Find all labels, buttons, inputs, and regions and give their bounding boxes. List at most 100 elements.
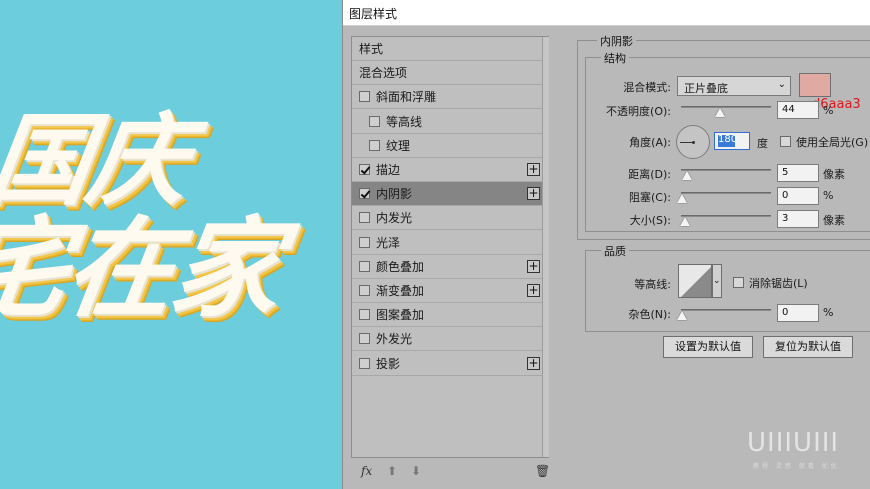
style-item-label: 光泽	[376, 235, 401, 250]
styles-list-scrollbar[interactable]	[542, 37, 549, 457]
opacity-label: 不透明度(O):	[606, 105, 671, 118]
style-item-checkbox[interactable]	[359, 333, 370, 345]
chevron-down-icon: ⌄	[777, 79, 786, 90]
style-item-label: 纹理	[386, 138, 411, 153]
color-annotation: d6aaa3	[812, 97, 861, 112]
opacity-unit: %	[823, 104, 834, 117]
angle-label: 角度(A):	[629, 136, 671, 149]
style-item[interactable]: 外发光	[352, 327, 542, 352]
add-effect-icon[interactable]: +	[527, 284, 540, 297]
opacity-input[interactable]: 44	[777, 101, 819, 119]
style-item-checkbox[interactable]	[359, 260, 370, 272]
chevron-down-icon: ⌄	[713, 276, 721, 286]
fx-icon[interactable]: fx	[361, 464, 372, 478]
style-item-label: 斜面和浮雕	[376, 90, 437, 105]
style-item-checkbox[interactable]	[359, 285, 370, 296]
style-item[interactable]: 图案叠加	[352, 303, 542, 328]
style-item-checkbox[interactable]	[359, 309, 370, 321]
blend-mode-value: 正片叠底	[684, 82, 728, 95]
angle-value-text: 180	[718, 134, 738, 145]
choke-unit: %	[823, 189, 834, 202]
contour-picker[interactable]	[678, 264, 712, 298]
style-item-label: 内发光	[376, 211, 413, 226]
blend-mode-select[interactable]: 正片叠底 ⌄	[677, 76, 791, 96]
distance-slider-thumb[interactable]	[682, 171, 692, 180]
style-item-checkbox[interactable]	[369, 139, 380, 151]
style-item[interactable]: 内阴影 +	[352, 182, 542, 207]
trash-icon[interactable]: 🗑	[535, 464, 550, 478]
style-item[interactable]: 混合选项	[352, 61, 542, 86]
angle-unit: 度	[757, 137, 768, 150]
style-item[interactable]: 等高线	[352, 110, 542, 134]
style-item-checkbox[interactable]	[359, 188, 370, 200]
dialog-titlebar[interactable]: 图层样式	[343, 0, 870, 26]
inner-shadow-title: 内阴影	[597, 33, 636, 49]
watermark-subtitle: 教程 灵感 就看 优优	[753, 463, 840, 470]
artwork-text-line2: 宅在家	[0, 207, 287, 332]
style-item[interactable]: 样式	[352, 37, 542, 61]
quality-title: 品质	[601, 243, 629, 259]
style-item-label: 外发光	[376, 332, 413, 347]
style-item-label: 描边	[376, 163, 401, 177]
noise-label: 杂色(N):	[628, 308, 671, 321]
choke-slider-track[interactable]	[681, 192, 771, 194]
add-effect-icon[interactable]: +	[527, 259, 540, 273]
distance-unit: 像素	[823, 168, 845, 181]
styles-list-footer: fx ⬆ ⬇ 🗑	[351, 460, 550, 484]
global-light-label: 使用全局光(G)	[796, 136, 869, 149]
noise-input[interactable]: 0	[777, 304, 819, 322]
style-item-checkbox[interactable]	[359, 236, 370, 248]
opacity-slider-thumb[interactable]	[715, 108, 725, 117]
noise-slider-thumb[interactable]	[677, 311, 687, 320]
style-item-label: 内阴影	[376, 187, 413, 202]
reset-default-button[interactable]: 复位为默认值	[763, 336, 853, 358]
angle-dial[interactable]	[676, 125, 710, 159]
move-down-icon[interactable]: ⬇	[411, 464, 421, 478]
style-item-label: 投影	[376, 356, 401, 371]
style-item-checkbox[interactable]	[359, 357, 370, 369]
style-item[interactable]: 颜色叠加 +	[352, 255, 542, 279]
size-label: 大小(S):	[629, 214, 671, 227]
structure-title: 结构	[601, 50, 629, 66]
size-input[interactable]: 3	[777, 210, 819, 228]
blend-mode-label: 混合模式:	[623, 81, 671, 94]
style-item[interactable]: 光泽	[352, 231, 542, 255]
global-light-checkbox[interactable]	[780, 136, 791, 147]
add-effect-icon[interactable]: +	[527, 356, 540, 370]
noise-unit: %	[823, 306, 834, 319]
set-default-button[interactable]: 设置为默认值	[663, 336, 753, 358]
style-item-checkbox[interactable]	[359, 212, 370, 224]
style-item[interactable]: 渐变叠加 +	[352, 279, 542, 303]
style-item[interactable]: 纹理	[352, 134, 542, 158]
style-item[interactable]: 投影 +	[352, 352, 542, 376]
dialog-title: 图层样式	[349, 7, 398, 21]
style-item-label: 样式	[359, 42, 384, 56]
distance-slider-track[interactable]	[681, 169, 771, 171]
styles-list: 样式混合选项斜面和浮雕等高线纹理描边 + 内阴影 + 内发光光泽颜色叠加 + 渐变叠加 + 图案…	[351, 36, 549, 458]
noise-slider-track[interactable]	[681, 309, 771, 311]
style-item-checkbox[interactable]	[359, 91, 370, 103]
add-effect-icon[interactable]: +	[527, 163, 540, 176]
move-up-icon[interactable]: ⬆	[387, 464, 397, 478]
watermark-logo: UIIIUIII	[747, 428, 840, 458]
style-item-checkbox[interactable]	[359, 164, 370, 175]
size-slider-thumb[interactable]	[680, 217, 690, 226]
layer-style-dialog: 图层样式 样式 混合选项 斜面和浮雕 等高线 纹理 描边 + 内阴影 + 内发光 光泽 颜色叠加 + 渐变…	[342, 0, 870, 489]
choke-input[interactable]: 0	[777, 187, 819, 205]
style-item[interactable]: 内发光	[352, 206, 542, 231]
opacity-slider-track[interactable]	[681, 106, 771, 108]
style-item[interactable]: 斜面和浮雕	[352, 85, 542, 110]
distance-label: 距离(D):	[628, 168, 671, 181]
style-item-label: 渐变叠加	[376, 284, 425, 298]
distance-input[interactable]: 5	[777, 164, 819, 182]
size-slider-track[interactable]	[681, 215, 771, 217]
shadow-color-swatch[interactable]	[799, 73, 831, 97]
antialias-checkbox[interactable]	[733, 277, 744, 288]
style-item-checkbox[interactable]	[369, 115, 380, 127]
style-item[interactable]: 描边 +	[352, 158, 542, 182]
canvas-preview: 国庆 宅在家	[0, 0, 342, 489]
contour-dropdown[interactable]: ⌄	[712, 264, 722, 298]
add-effect-icon[interactable]: +	[527, 187, 540, 201]
style-item-label: 颜色叠加	[376, 259, 425, 274]
choke-slider-thumb[interactable]	[677, 194, 687, 203]
